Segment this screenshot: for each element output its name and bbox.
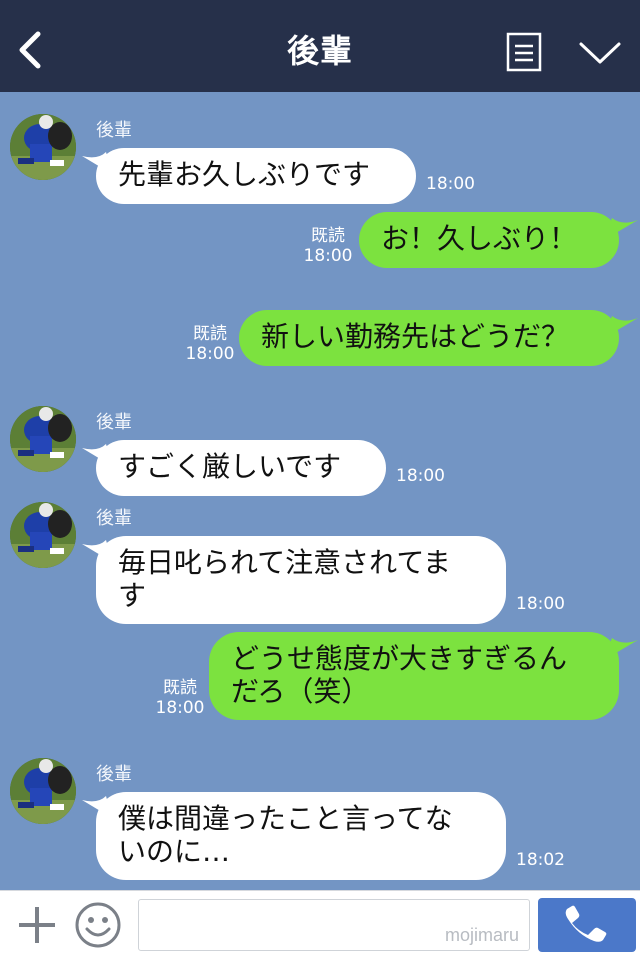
chevron-down-icon[interactable] [578, 40, 622, 66]
read-receipt: 既読 18:00 [155, 678, 205, 718]
avatar[interactable] [10, 114, 76, 180]
plus-icon[interactable] [16, 903, 58, 947]
chat-title: 後輩 [286, 32, 353, 70]
message-bubble[interactable]: 僕は間違ったこと言ってな いのに… [96, 792, 506, 880]
message-input[interactable]: mojimaru [138, 899, 530, 951]
message-bubble[interactable]: 先輩お久しぶりです [96, 148, 416, 204]
message-bubble[interactable]: 毎日叱られて注意されてま す [96, 536, 506, 624]
phone-icon [565, 905, 607, 942]
message-time: 18:00 [396, 466, 445, 486]
avatar[interactable] [10, 502, 76, 568]
sender-name: 後輩 [96, 120, 132, 141]
read-receipt: 既読 18:00 [185, 324, 235, 364]
sender-name: 後輩 [96, 412, 132, 433]
note-icon[interactable] [506, 32, 542, 72]
message-time: 18:00 [516, 594, 565, 614]
watermark: mojimaru [444, 925, 519, 945]
sender-name: 後輩 [96, 764, 132, 785]
avatar[interactable] [10, 406, 76, 472]
read-receipt: 既読 18:00 [303, 226, 353, 266]
message-time: 18:00 [426, 174, 475, 194]
message-bubble[interactable]: すごく厳しいです [96, 440, 386, 496]
smiley-icon[interactable] [74, 901, 122, 949]
message-bubble[interactable]: どうせ態度が大きすぎるん だろ（笑） [209, 632, 619, 720]
chat-header: 後輩 [0, 0, 640, 92]
message-bubble[interactable]: お！久しぶり！ [359, 212, 619, 268]
message-bubble[interactable]: 新しい勤務先はどうだ？ [239, 310, 619, 366]
sender-name: 後輩 [96, 508, 132, 529]
call-button[interactable] [538, 898, 636, 952]
input-bar: mojimaru [0, 890, 640, 960]
avatar[interactable] [10, 758, 76, 824]
message-time: 18:02 [516, 850, 565, 870]
message-list[interactable]: 後輩 先輩お久しぶりです 18:00 既読 18:00 お！久しぶり！ 既読 18:… [0, 92, 640, 890]
